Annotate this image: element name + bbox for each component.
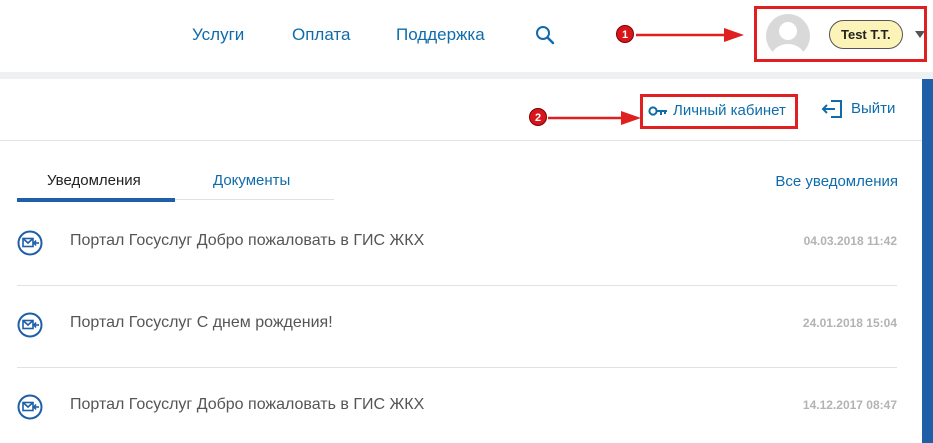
notification-text: Портал Госуслуг Добро пожаловать в ГИС Ж… xyxy=(70,396,425,413)
search-icon[interactable] xyxy=(535,25,555,45)
user-name-badge: Test T.T. xyxy=(829,20,903,49)
key-icon xyxy=(648,106,667,116)
user-silhouette-icon xyxy=(771,22,805,58)
nav-services-link[interactable]: Услуги xyxy=(192,24,244,46)
annotation-marker-2: 2 xyxy=(529,108,547,126)
annotation-marker-1: 1 xyxy=(616,25,634,43)
notification-date: 24.01.2018 15:04 xyxy=(802,316,897,330)
right-accent-stripe xyxy=(922,79,933,443)
user-menu[interactable]: Test T.T. xyxy=(754,6,927,62)
tab-documents[interactable]: Документы xyxy=(213,172,290,190)
notification-date: 14.12.2017 08:47 xyxy=(802,398,897,412)
top-navigation: Услуги Оплата Поддержка 1 Test T.T. xyxy=(0,0,933,72)
notification-date: 04.03.2018 11:42 xyxy=(803,234,897,248)
personal-cabinet-link[interactable]: Личный кабинет xyxy=(640,94,798,129)
active-tab-indicator xyxy=(17,198,175,202)
personal-cabinet-label: Личный кабинет xyxy=(673,102,786,119)
chevron-down-icon[interactable] xyxy=(915,31,925,38)
notification-text: Портал Госуслуг С днем рождения! xyxy=(70,314,333,331)
list-item[interactable]: Портал Госуслуг Добро пожаловать в ГИС Ж… xyxy=(17,368,897,443)
annotation-arrow-1 xyxy=(636,28,744,42)
tab-notifications[interactable]: Уведомления xyxy=(47,172,141,190)
logout-icon[interactable] xyxy=(821,99,843,119)
notification-text: Портал Госуслуг Добро пожаловать в ГИС Ж… xyxy=(70,232,425,249)
list-item[interactable]: Портал Госуслуг С днем рождения! 24.01.2… xyxy=(17,286,897,368)
header-divider xyxy=(0,72,933,79)
account-row: Личный кабинет Выйти xyxy=(0,79,922,141)
avatar xyxy=(766,14,810,58)
annotation-arrow-2 xyxy=(548,111,641,125)
list-item[interactable]: Портал Госуслуг Добро пожаловать в ГИС Ж… xyxy=(17,204,897,286)
notifications-list: Портал Госуслуг Добро пожаловать в ГИС Ж… xyxy=(17,204,897,443)
all-notifications-link[interactable]: Все уведомления xyxy=(775,173,898,190)
mail-icon xyxy=(17,230,43,256)
nav-support-link[interactable]: Поддержка xyxy=(396,24,485,46)
logout-link[interactable]: Выйти xyxy=(851,100,895,117)
page: Услуги Оплата Поддержка 1 Test T.T. Личн… xyxy=(0,0,933,443)
mail-icon xyxy=(17,394,43,420)
nav-payment-link[interactable]: Оплата xyxy=(292,24,350,46)
mail-icon xyxy=(17,312,43,338)
